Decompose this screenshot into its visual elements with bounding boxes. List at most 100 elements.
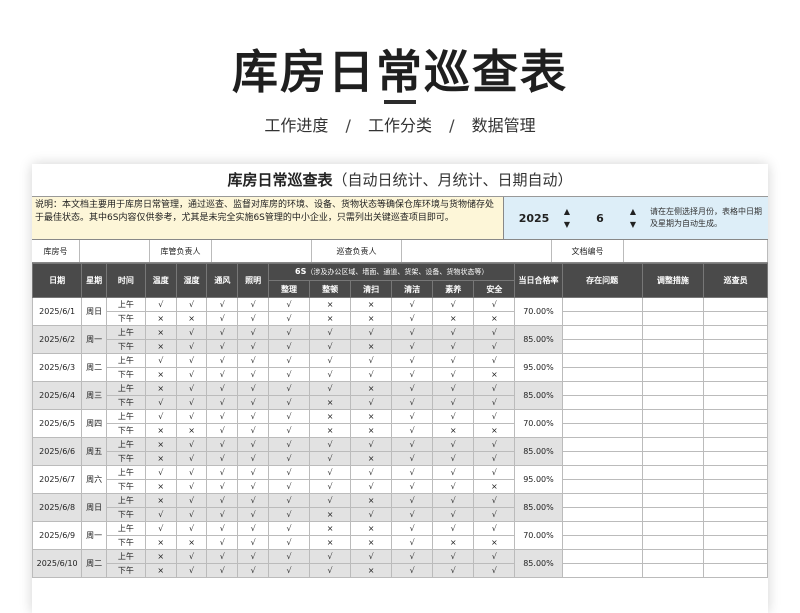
spin-down-icon[interactable]: ▼ [630,218,636,231]
temperature-cell[interactable]: × [144,479,177,494]
inspector-cell[interactable] [703,297,768,312]
measures-cell[interactable] [641,409,705,424]
issues-cell[interactable] [561,325,643,340]
set-in-order-cell[interactable]: × [309,423,352,438]
standardize-cell[interactable]: √ [391,479,434,494]
safety-cell[interactable]: √ [473,437,516,452]
temperature-cell[interactable]: √ [144,297,177,312]
humidity-cell[interactable]: √ [175,465,208,480]
issues-cell[interactable] [561,311,643,326]
safety-cell[interactable]: √ [473,409,516,424]
lighting-cell[interactable]: √ [237,535,270,550]
issues-cell[interactable] [561,353,643,368]
sustain-cell[interactable]: √ [432,507,475,522]
sort-cell[interactable]: √ [268,563,311,578]
date-cell[interactable]: 2025/6/9 [32,521,83,550]
sustain-cell[interactable]: √ [432,395,475,410]
temperature-cell[interactable]: × [144,549,177,564]
inspector-cell[interactable] [703,535,768,550]
ventilation-cell[interactable]: √ [206,437,239,452]
standardize-cell[interactable]: √ [391,451,434,466]
standardize-cell[interactable]: √ [391,353,434,368]
humidity-cell[interactable]: √ [175,381,208,396]
set-in-order-cell[interactable]: × [309,535,352,550]
temperature-cell[interactable]: × [144,325,177,340]
date-cell[interactable]: 2025/6/1 [32,297,83,326]
humidity-cell[interactable]: × [175,311,208,326]
sort-cell[interactable]: √ [268,521,311,536]
measures-cell[interactable] [641,549,705,564]
shine-cell[interactable]: × [350,493,393,508]
shine-cell[interactable]: × [350,521,393,536]
standardize-cell[interactable]: √ [391,563,434,578]
sort-cell[interactable]: √ [268,325,311,340]
safety-cell[interactable]: √ [473,451,516,466]
standardize-cell[interactable]: √ [391,395,434,410]
lighting-cell[interactable]: √ [237,549,270,564]
ventilation-cell[interactable]: √ [206,409,239,424]
set-in-order-cell[interactable]: √ [309,325,352,340]
issues-cell[interactable] [561,549,643,564]
sustain-cell[interactable]: √ [432,409,475,424]
standardize-cell[interactable]: √ [391,325,434,340]
sustain-cell[interactable]: √ [432,339,475,354]
measures-cell[interactable] [641,339,705,354]
ventilation-cell[interactable]: √ [206,367,239,382]
ventilation-cell[interactable]: √ [206,465,239,480]
temperature-cell[interactable]: × [144,311,177,326]
time-cell[interactable]: 上午 [105,353,146,368]
time-cell[interactable]: 下午 [105,535,146,550]
pass-rate-cell[interactable]: 95.00% [514,353,563,382]
issues-cell[interactable] [561,563,643,578]
issues-cell[interactable] [561,521,643,536]
ventilation-cell[interactable]: √ [206,395,239,410]
lighting-cell[interactable]: √ [237,297,270,312]
sort-cell[interactable]: √ [268,437,311,452]
safety-cell[interactable]: √ [473,297,516,312]
ventilation-cell[interactable]: √ [206,423,239,438]
safety-cell[interactable]: × [473,535,516,550]
weekday-cell[interactable]: 周日 [81,297,107,326]
weekday-cell[interactable]: 周一 [81,325,107,354]
ventilation-cell[interactable]: √ [206,297,239,312]
issues-cell[interactable] [561,381,643,396]
inspector-cell[interactable] [703,409,768,424]
inspector-cell[interactable] [703,423,768,438]
lighting-cell[interactable]: √ [237,465,270,480]
standardize-cell[interactable]: √ [391,297,434,312]
sustain-cell[interactable]: √ [432,325,475,340]
sustain-cell[interactable]: √ [432,353,475,368]
set-in-order-cell[interactable]: √ [309,479,352,494]
inspector-cell[interactable] [703,451,768,466]
pass-rate-cell[interactable]: 85.00% [514,381,563,410]
measures-cell[interactable] [641,507,705,522]
ventilation-cell[interactable]: √ [206,493,239,508]
time-cell[interactable]: 上午 [105,409,146,424]
sort-cell[interactable]: √ [268,353,311,368]
ventilation-cell[interactable]: √ [206,549,239,564]
date-cell[interactable]: 2025/6/3 [32,353,83,382]
sustain-cell[interactable]: √ [432,479,475,494]
time-cell[interactable]: 下午 [105,311,146,326]
ventilation-cell[interactable]: √ [206,563,239,578]
lighting-cell[interactable]: √ [237,367,270,382]
weekday-cell[interactable]: 周二 [81,549,107,578]
shine-cell[interactable]: √ [350,479,393,494]
time-cell[interactable]: 下午 [105,479,146,494]
temperature-cell[interactable]: √ [144,521,177,536]
safety-cell[interactable]: √ [473,381,516,396]
humidity-cell[interactable]: √ [175,479,208,494]
sort-cell[interactable]: √ [268,339,311,354]
safety-cell[interactable]: √ [473,465,516,480]
shine-cell[interactable]: × [350,409,393,424]
lighting-cell[interactable]: √ [237,311,270,326]
shine-cell[interactable]: × [350,423,393,438]
standardize-cell[interactable]: √ [391,549,434,564]
weekday-cell[interactable]: 周四 [81,409,107,438]
sustain-cell[interactable]: √ [432,437,475,452]
set-in-order-cell[interactable]: × [309,311,352,326]
inspector-cell[interactable] [703,465,768,480]
sort-cell[interactable]: √ [268,409,311,424]
doc-no-field[interactable] [624,240,768,262]
inspector-cell[interactable] [703,339,768,354]
